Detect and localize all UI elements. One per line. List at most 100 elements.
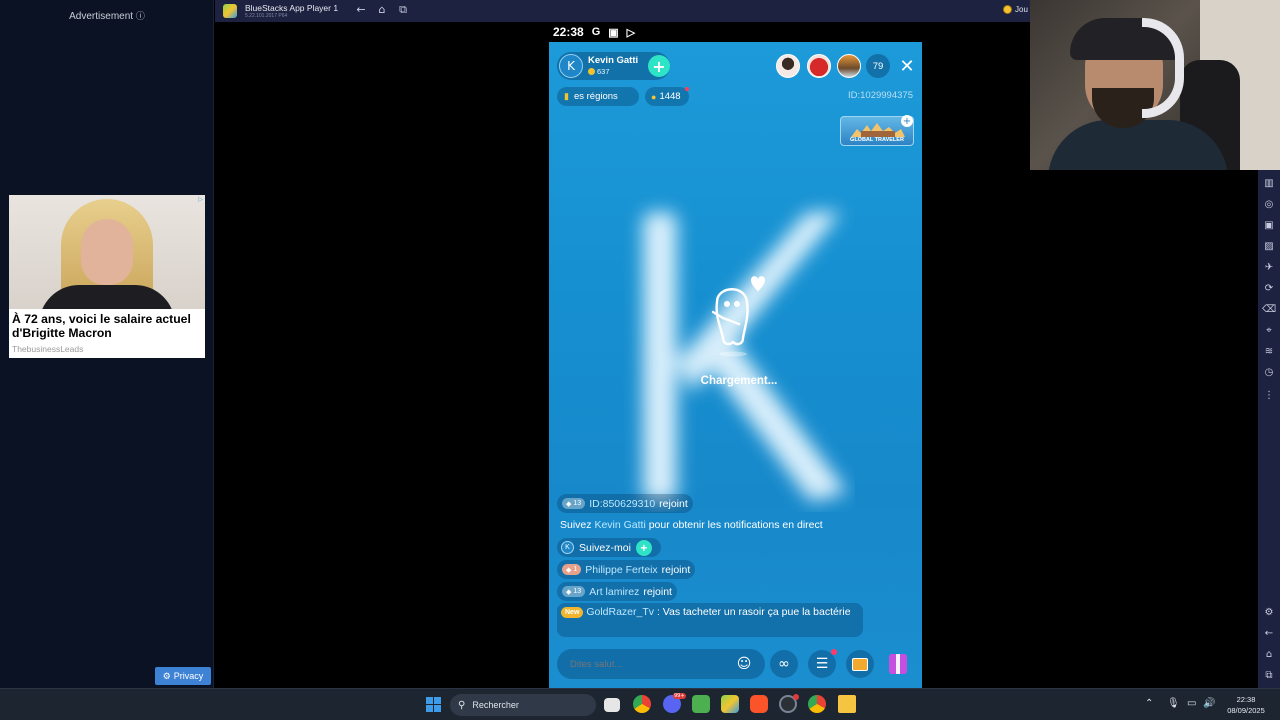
erase-icon[interactable]: ⌫	[1262, 302, 1276, 316]
info-icon[interactable]: ⓘ	[136, 11, 145, 21]
chat-username[interactable]: ID:850629310	[589, 498, 655, 510]
chat-action: rejoint	[643, 585, 672, 598]
microphone-icon[interactable]: 🎙	[1167, 698, 1180, 709]
record-icon[interactable]: ▣	[1262, 218, 1276, 232]
link-icon[interactable]: ∞	[770, 650, 798, 678]
chat-message: New GoldRazer_Tv : Vas tacheter un rasoi…	[557, 603, 863, 637]
spreadsheet-icon[interactable]	[692, 695, 710, 713]
volume-icon[interactable]: 🔊	[1203, 698, 1215, 709]
level-value: 1	[573, 566, 578, 573]
ad-label-text: Advertisement	[69, 11, 134, 22]
follow-username[interactable]: Kevin Gatti	[594, 519, 645, 531]
privacy-button[interactable]: ⚙ Privacy	[155, 667, 211, 685]
search-icon: ⚲	[458, 699, 466, 711]
performance-icon[interactable]: ▥	[1262, 176, 1276, 190]
clock-date: 08/09/2025	[1227, 706, 1265, 715]
viewer-avatar[interactable]	[837, 54, 861, 78]
flame-icon: ●	[651, 91, 657, 102]
live-stream-screen: Chargement... K Kevin Gatti 637 + 79 ✕ ▮…	[549, 42, 922, 688]
host-name[interactable]: Kevin Gatti	[588, 55, 638, 66]
bluestacks-icon[interactable]	[721, 695, 739, 713]
layers-icon[interactable]: ≋	[1262, 344, 1276, 358]
chevron-up-icon[interactable]: ⌃	[1145, 698, 1153, 709]
chat-username[interactable]: GoldRazer_Tv	[586, 606, 654, 618]
ad-label: Advertisement ⓘ	[0, 9, 214, 22]
recent-apps-icon[interactable]: ⧉	[396, 3, 410, 19]
ad-card[interactable]: ▷ À 72 ans, voici le salaire actuel d'Br…	[9, 195, 205, 358]
viewer-count[interactable]: 79	[866, 54, 890, 78]
media-icon[interactable]: ▨	[1262, 239, 1276, 253]
host-info[interactable]: K Kevin Gatti 637 +	[557, 52, 670, 80]
follow-prompt: Suivez Kevin Gatti pour obtenir les noti…	[560, 519, 823, 531]
follow-host-button[interactable]: +	[648, 55, 670, 77]
host-coins: 637	[588, 67, 610, 76]
level-value: 13	[573, 500, 582, 507]
notification-dot	[685, 87, 689, 91]
webcam-overlay	[1030, 0, 1280, 170]
diamond-icon: ◆	[566, 566, 572, 574]
home-icon[interactable]: ⌂	[375, 3, 389, 19]
gear-icon: ⚙	[162, 670, 171, 681]
gift-icon[interactable]	[884, 650, 912, 678]
chrome-icon[interactable]	[633, 695, 651, 713]
more-icon[interactable]: ⋮	[1262, 390, 1276, 401]
user-level-badge: ◆ 1	[562, 564, 582, 575]
recent-apps-icon[interactable]: ⧉	[1262, 668, 1276, 682]
android-status-bar: 22:38 G ▣ ▷	[549, 22, 922, 42]
screenshot-icon[interactable]: ◎	[1262, 197, 1276, 211]
location-icon[interactable]: ⌖	[1262, 323, 1276, 337]
treasure-chest-icon[interactable]	[846, 650, 874, 678]
back-arrow-icon[interactable]: ←	[354, 3, 368, 19]
coin-icon	[588, 68, 595, 75]
follow-me-button[interactable]: K Suivez-moi +	[557, 538, 661, 557]
search-label: Rechercher	[472, 700, 519, 710]
coin-icon	[1003, 5, 1012, 14]
play-store-icon: ▷	[626, 26, 636, 39]
chat-username[interactable]: Philippe Ferteix	[585, 564, 657, 576]
host-avatar[interactable]: K	[559, 54, 583, 78]
chat-username[interactable]: Art lamirez	[589, 586, 639, 598]
discord-badge: 99+	[673, 693, 686, 699]
chrome-profile-icon[interactable]	[808, 695, 826, 713]
ad-title[interactable]: À 72 ans, voici le salaire actuel d'Brig…	[12, 312, 202, 340]
task-view-icon[interactable]	[604, 698, 620, 712]
bar-chart-icon: ▮	[564, 91, 569, 101]
rotate-icon[interactable]: ⟳	[1262, 281, 1276, 295]
level-value: 13	[573, 588, 582, 595]
chat-join-message: ◆ 13 ID:850629310 rejoint	[557, 494, 693, 513]
join-label: Jou	[1015, 5, 1028, 14]
room-id: ID:1029994375	[848, 90, 913, 101]
ad-panel: Advertisement ⓘ ▷ À 72 ans, voici le sal…	[0, 0, 214, 688]
system-clock[interactable]: 22:38 08/09/2025	[1220, 694, 1272, 716]
airplane-icon[interactable]: ✈	[1262, 260, 1276, 274]
windows-start-icon[interactable]	[426, 697, 441, 712]
window-title: BlueStacks App Player 1	[245, 3, 339, 13]
add-badge-icon[interactable]: +	[901, 115, 913, 127]
back-icon[interactable]: ←	[1262, 626, 1276, 640]
diamond-icon: ◆	[566, 588, 572, 596]
ad-source: ThebusinessLeads	[12, 344, 84, 354]
macro-icon[interactable]: ◷	[1262, 365, 1276, 379]
notification-icon: ▣	[608, 26, 619, 39]
viewer-avatar[interactable]	[807, 54, 831, 78]
emoji-icon[interactable]: ☺	[730, 650, 758, 678]
app-version: 5.22.101.2017 P64	[245, 13, 288, 19]
likes-counter[interactable]: ● 1448	[645, 87, 689, 106]
join-button[interactable]: Jou	[1003, 5, 1028, 14]
network-icon[interactable]: ▭	[1187, 698, 1196, 709]
ad-choices-icon[interactable]: ▷	[198, 196, 203, 203]
chat-join-message: ◆ 1 Philippe Ferteix rejoint	[557, 560, 696, 579]
settings-icon[interactable]: ⚙	[1262, 605, 1276, 619]
file-explorer-icon[interactable]	[838, 695, 856, 713]
regions-ranking[interactable]: ▮ es régions	[557, 87, 639, 106]
follow-suffix: pour obtenir les notifications en direct	[648, 519, 823, 531]
bluestacks-title-bar: BlueStacks App Player 1 5.22.101.2017 P6…	[215, 0, 1030, 22]
taskbar-search[interactable]: ⚲ Rechercher	[450, 694, 596, 716]
menu-notification-dot	[831, 649, 837, 655]
mascot-icon	[711, 276, 765, 357]
ad-image[interactable]: ▷	[9, 195, 205, 309]
close-icon[interactable]: ✕	[897, 54, 917, 78]
home-icon[interactable]: ⌂	[1262, 647, 1276, 661]
viewer-avatar[interactable]	[776, 54, 800, 78]
brave-icon[interactable]	[750, 695, 768, 713]
